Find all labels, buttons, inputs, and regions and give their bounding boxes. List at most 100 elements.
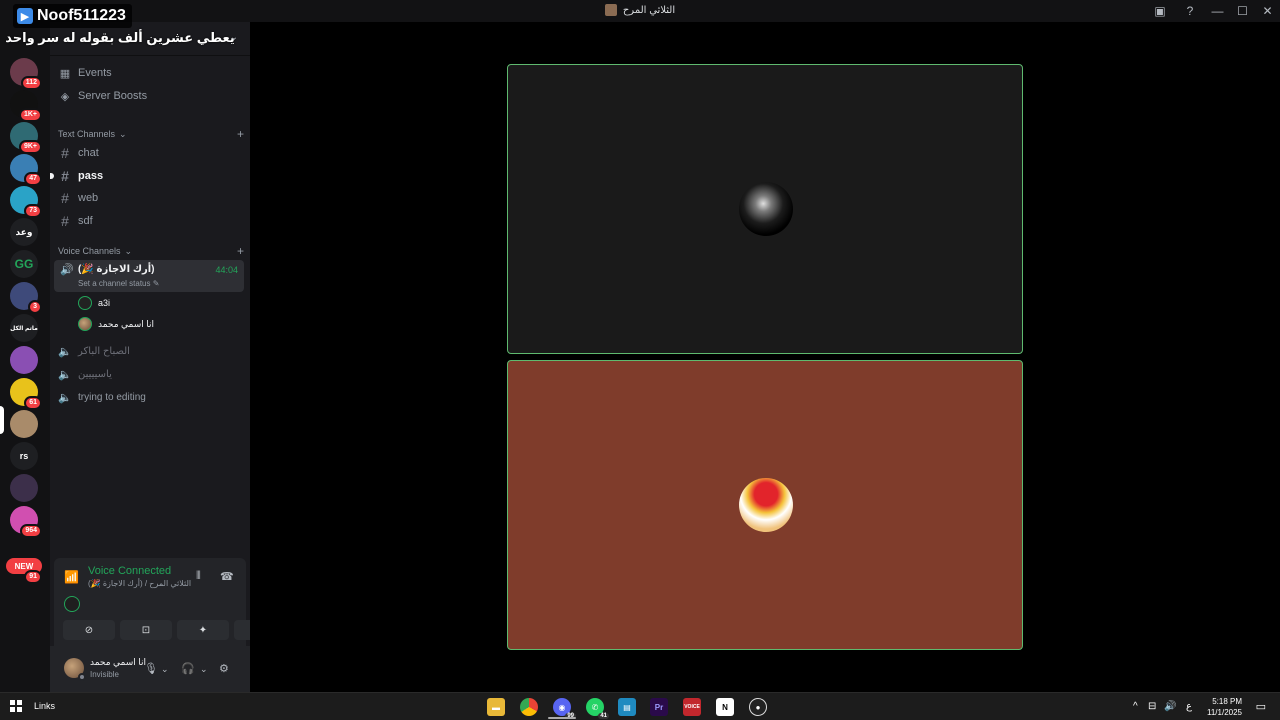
avatar[interactable] [64, 596, 80, 612]
clock-date: 11/1/2025 [1207, 708, 1242, 717]
channel-label: web [78, 192, 99, 204]
text-channels-category[interactable]: Text Channels ⌄ + [58, 127, 244, 141]
overlay-badge: ▶ Noof511223 [13, 4, 132, 28]
network-icon[interactable]: ⊟ [1148, 701, 1156, 712]
file-explorer-icon[interactable]: ▬ [487, 698, 505, 716]
participant-tile[interactable] [507, 360, 1023, 650]
chevron-down-icon[interactable]: ⌄ [161, 664, 169, 675]
server-icon[interactable]: 112 [10, 58, 42, 90]
windows-start-icon[interactable] [10, 700, 22, 712]
whatsapp-icon[interactable]: ✆ 41 [586, 698, 609, 719]
server-icon[interactable]: 3 [10, 282, 42, 314]
channel-pass[interactable]: # pass [50, 166, 244, 186]
obs-icon[interactable]: ● [749, 698, 767, 716]
server-icon[interactable]: 61 [10, 378, 42, 410]
disconnect-icon[interactable]: ☎ [220, 570, 234, 583]
close-icon[interactable]: ✕ [1255, 0, 1280, 22]
channel-chat[interactable]: # chat [54, 143, 244, 163]
server-icon[interactable]: rs [10, 442, 38, 470]
avatar [78, 317, 92, 331]
notion-icon[interactable]: N [716, 698, 734, 716]
server-icon[interactable]: GG [10, 250, 38, 278]
voice-connected-panel: 📶 Voice Connected الثلاثي المرح / (أرك ا… [54, 558, 286, 646]
server-icon[interactable] [10, 346, 38, 374]
headphones-icon[interactable]: 🎧 [181, 662, 195, 675]
chevron-down-icon: ⌄ [119, 128, 127, 139]
discord-icon[interactable]: ◉ 99 [553, 698, 576, 719]
server-icon[interactable]: 9K+ [10, 122, 42, 154]
clock-time: 5:18 PM [1212, 697, 1242, 706]
voice-user[interactable]: a3i [78, 294, 110, 312]
camera-button[interactable]: ⊘ [63, 620, 115, 640]
server-icon[interactable]: ماتم الكل [10, 314, 38, 342]
signal-icon[interactable]: 📶 [64, 570, 79, 584]
help-icon[interactable]: ? [1175, 0, 1205, 22]
add-channel-icon[interactable]: + [237, 244, 244, 258]
activities-button[interactable]: ✦ [177, 620, 229, 640]
voice-connected-subtitle[interactable]: الثلاثي المرح / (أرك الاجازة 🎉) [88, 579, 191, 588]
add-channel-icon[interactable]: + [237, 127, 244, 141]
chevron-up-icon[interactable]: ^ [1133, 701, 1138, 712]
set-channel-status[interactable]: Set a channel status ✎ [78, 279, 159, 288]
channel-sdf[interactable]: # sdf [54, 211, 244, 231]
voice-stage [250, 22, 1280, 692]
microphone-icon[interactable]: 🎙 [144, 662, 158, 675]
chrome-icon[interactable] [520, 698, 538, 716]
voice-channel[interactable]: 🔈 trying to editing [58, 387, 146, 407]
server-icon[interactable]: 47 [10, 154, 42, 186]
unread-indicator [50, 173, 54, 179]
server-icon[interactable] [10, 474, 38, 502]
clock[interactable]: 5:18 PM 11/1/2025 [1207, 696, 1242, 718]
screen-share-button[interactable]: ⊡ [120, 620, 172, 640]
server-icon[interactable]: 1K+ [10, 90, 42, 122]
maximize-icon[interactable]: ☐ [1230, 0, 1255, 22]
voice-channel-name: trying to editing [78, 391, 146, 403]
notification-icon[interactable]: ▭ [1256, 700, 1266, 713]
voice-channel[interactable]: 🔈 ياسيييين [58, 364, 112, 384]
links-toolbar[interactable]: Links [34, 701, 55, 711]
noise-suppression-icon[interactable]: ⦀ [196, 570, 201, 583]
mention-badge: 47 [24, 172, 42, 186]
server-icon[interactable]: 964 [10, 506, 42, 538]
mention-badge: 9K+ [18, 140, 42, 154]
participant-tile[interactable] [507, 64, 1023, 354]
mention-badge: 3 [28, 300, 42, 314]
user-name[interactable]: انا اسمي محمد [90, 657, 146, 668]
user-panel: انا اسمي محمد Invisible 🎙 ⌄ 🎧 ⌄ ⚙ [50, 646, 250, 692]
voice-channel-name: الصباح الباكر [78, 345, 130, 357]
voice-user[interactable]: انا اسمي محمد [78, 315, 154, 333]
status-indicator [78, 673, 86, 681]
language-indicator[interactable]: ع [1186, 701, 1192, 712]
server-icon[interactable]: 73 [10, 186, 42, 218]
app-icon[interactable]: ▤ [618, 698, 636, 716]
chevron-down-icon[interactable]: ⌄ [230, 32, 238, 43]
server-icon[interactable] [10, 410, 38, 438]
voice-connected-title[interactable]: Voice Connected [88, 565, 171, 577]
voice-channel[interactable]: 🔈 الصباح الباكر [58, 341, 130, 361]
channel-label: sdf [78, 215, 93, 227]
server-icon [604, 4, 617, 16]
server-icon[interactable]: 91 [10, 570, 42, 584]
events-link[interactable]: ▦ Events [58, 63, 244, 83]
mention-badge: 964 [20, 524, 42, 538]
active-voice-channel[interactable]: 🔊 (أرك الاجازة 🎉) 44:04 Set a channel st… [54, 260, 244, 292]
server-icon[interactable]: وعد [10, 218, 38, 246]
window-title: الثلاثي المرح [0, 4, 1280, 16]
inbox-icon[interactable]: ▣ [1145, 0, 1175, 22]
server-boosts-label: Server Boosts [78, 90, 148, 102]
user-status: Invisible [90, 670, 119, 679]
gear-icon[interactable]: ⚙ [219, 662, 229, 675]
volume-icon[interactable]: 🔊 [1164, 701, 1176, 712]
camera-off-icon: ⊘ [84, 624, 94, 636]
minimize-icon[interactable]: — [1205, 0, 1230, 22]
category-label: Voice Channels [58, 246, 121, 256]
voice-shifter-icon[interactable]: VOICE [683, 698, 701, 716]
channel-web[interactable]: # web [54, 188, 244, 208]
voice-channels-category[interactable]: Voice Channels ⌄ + [58, 244, 244, 258]
premiere-icon[interactable]: Pr [650, 698, 668, 716]
app-logo-icon: ▶ [17, 8, 33, 24]
server-label: GG [14, 257, 34, 271]
activities-icon: ✦ [198, 624, 208, 636]
chevron-down-icon[interactable]: ⌄ [200, 664, 208, 675]
server-boosts-link[interactable]: ◈ Server Boosts [58, 86, 244, 106]
